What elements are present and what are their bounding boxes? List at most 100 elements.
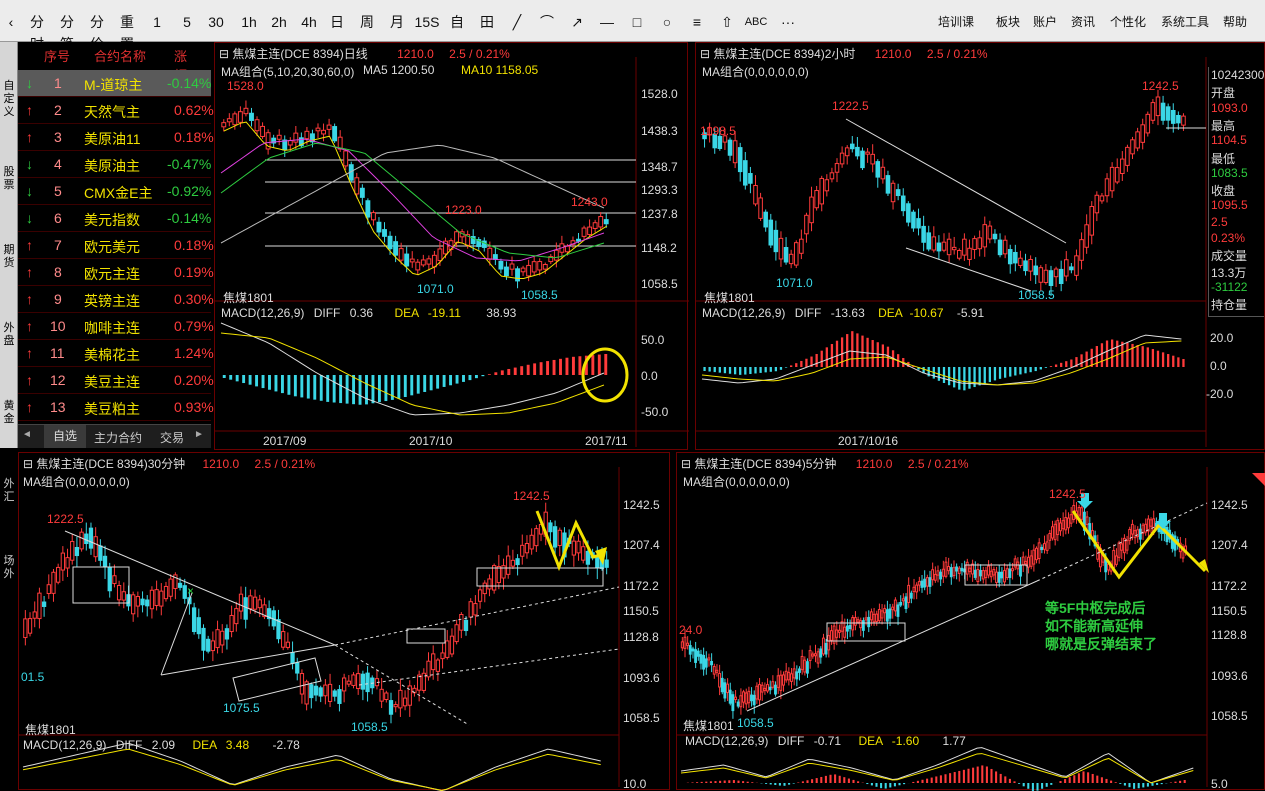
candle-body [603,219,609,225]
menu-news[interactable]: 资讯 [1071,11,1095,33]
tab-main-contracts[interactable]: 主力合约 [94,429,142,446]
period-week-button[interactable]: 周 [358,11,376,33]
price-dist-icon[interactable]: 分价 [86,11,108,52]
thirty-minute-chart-panel[interactable]: ⊟ 焦煤主连(DCE 8394)30分钟 1210.0 2.5 / 0.21% … [18,452,670,791]
candle-body [293,132,299,143]
candle-body [454,624,459,643]
candle-body [989,570,993,578]
candle-body [276,134,282,140]
tab-foreign[interactable]: 外盘 [2,322,16,348]
candle-body [680,641,684,649]
menu-training[interactable]: 培训课 [938,11,974,33]
menu-system-tools[interactable]: 系统工具 [1161,11,1209,33]
candle-body [177,582,183,588]
period-2h-button[interactable]: 2h [268,11,290,33]
candle-body [1013,251,1018,264]
up-arrow-tool-icon[interactable]: ⇧ [718,11,736,33]
channel-tool-icon[interactable]: ≡ [688,11,706,33]
ellipse-tool-icon[interactable]: ○ [658,11,676,33]
tab-forex[interactable]: 外汇 [2,478,16,504]
candle-body [1033,265,1038,276]
layout-grid-icon[interactable]: 田 [478,11,496,33]
tab-futures[interactable]: 期货 [2,244,16,270]
candle-body [899,601,903,606]
candle-body [799,238,804,254]
arc-tool-icon[interactable]: ⌒ [538,11,556,33]
arrow-tool-icon[interactable]: ↗ [568,11,586,33]
tick-icon[interactable]: 分笔 [56,11,78,52]
daily-chart-panel[interactable]: ⊟ 焦煤主连(DCE 8394)日线 1210.0 2.5 / 0.21% MA… [214,42,689,450]
watchlist-row[interactable]: ↑ 11 美棉花主 1.24% [18,340,214,367]
menu-personalize[interactable]: 个性化 [1110,11,1146,33]
watchlist-row[interactable]: ↑ 3 美原油11 0.18% [18,124,214,151]
watchlist-row[interactable]: ↓ 1 M-道琼主 -0.14% [18,70,211,97]
candle-body [972,238,977,250]
back-icon[interactable]: ‹ [4,11,18,33]
watchlist-row[interactable]: ↑ 10 咖啡主连 0.79% [18,313,214,340]
header-name[interactable]: 合约名称 [94,46,146,65]
candle-body [182,585,187,599]
tab-watchlist[interactable]: 自选 [44,425,86,448]
candle-body [515,268,520,282]
candle-body [691,648,695,652]
two-hour-chart-canvas [696,57,1207,447]
menu-sector[interactable]: 板块 [996,11,1020,33]
scroll-right-icon[interactable]: ► [194,429,204,440]
menu-help[interactable]: 帮助 [1223,11,1247,33]
candle-body [1140,124,1145,143]
symbol-label: 焦煤1801 [683,719,734,733]
refresh-icon[interactable]: 重置 [116,11,138,52]
watchlist-row[interactable]: ↑ 2 天然气主 0.62% [18,97,214,124]
candle-body [237,111,243,123]
line-tool-icon[interactable]: ╱ [508,11,526,33]
five-minute-chart-panel[interactable]: ⊟ 焦煤主连(DCE 8394)5分钟 1210.0 2.5 / 0.21% M… [676,452,1265,791]
timeshare-icon[interactable]: 分时 [26,11,48,52]
candle-body [51,571,56,594]
candle-body [140,598,145,606]
period-1m-button[interactable]: 1 [150,11,164,33]
period-5m-button[interactable]: 5 [180,11,194,33]
x-tick: 2017/09 [263,434,307,448]
candle-body [995,571,998,583]
candle-body [1018,257,1023,266]
candle-body [492,254,498,260]
watchlist-row[interactable]: ↓ 4 美原油主 -0.47% [18,151,211,178]
rect-tool-icon[interactable]: □ [628,11,646,33]
candle-body [332,126,338,142]
watchlist-row[interactable]: ↑ 13 美豆粕主 0.93% [18,394,214,421]
period-15s-button[interactable]: 15S [414,11,440,33]
watchlist-row[interactable]: ↓ 5 CMX金E主 -0.92% [18,178,211,205]
tab-stocks[interactable]: 股票 [2,166,16,192]
analysis-note-line: 哪就是反弹结束了 [1045,636,1157,652]
scroll-left-icon[interactable]: ◄ [22,429,32,440]
tab-gold[interactable]: 黄金 [2,400,16,426]
watchlist-row[interactable]: ↑ 8 欧元主连 0.19% [18,259,214,286]
candle-body [393,704,398,708]
candle-body [1058,268,1064,285]
y-tick: 1093.6 [1211,669,1248,683]
period-4h-button[interactable]: 4h [298,11,320,33]
period-day-button[interactable]: 日 [328,11,346,33]
header-no[interactable]: 序号 [44,46,70,65]
more-icon[interactable]: ··· [776,11,800,33]
watchlist-row[interactable]: ↑ 7 欧元美元 0.18% [18,232,214,259]
analysis-note-line: 等5F中枢完成后 [1045,600,1146,616]
period-custom-button[interactable]: 自 [448,11,466,33]
hline-tool-icon[interactable]: — [598,11,616,33]
watchlist-row[interactable]: ↑ 9 英镑主连 0.30% [18,286,214,313]
watchlist-row[interactable]: ↑ 12 美豆主连 0.20% [18,367,214,394]
candle-body [939,571,943,580]
menu-account[interactable]: 账户 [1033,11,1057,33]
candle-body [382,229,387,237]
watchlist-row[interactable]: ↓ 6 美元指数 -0.14% [18,205,211,232]
tab-trade[interactable]: 交易 [160,429,184,446]
y-tick: 1242.5 [623,498,660,512]
period-month-button[interactable]: 月 [388,11,406,33]
period-1h-button[interactable]: 1h [238,11,260,33]
tab-custom[interactable]: 自定义 [2,80,16,119]
two-hour-chart-panel[interactable]: ⊟ 焦煤主连(DCE 8394)2小时 1210.0 2.5 / 0.21% M… [695,42,1265,450]
period-30m-button[interactable]: 30 [205,11,227,33]
text-tool-icon[interactable]: ABC [742,11,770,33]
tab-otc[interactable]: 场外 [2,555,16,581]
up-arrow-icon: ↑ [26,399,33,415]
